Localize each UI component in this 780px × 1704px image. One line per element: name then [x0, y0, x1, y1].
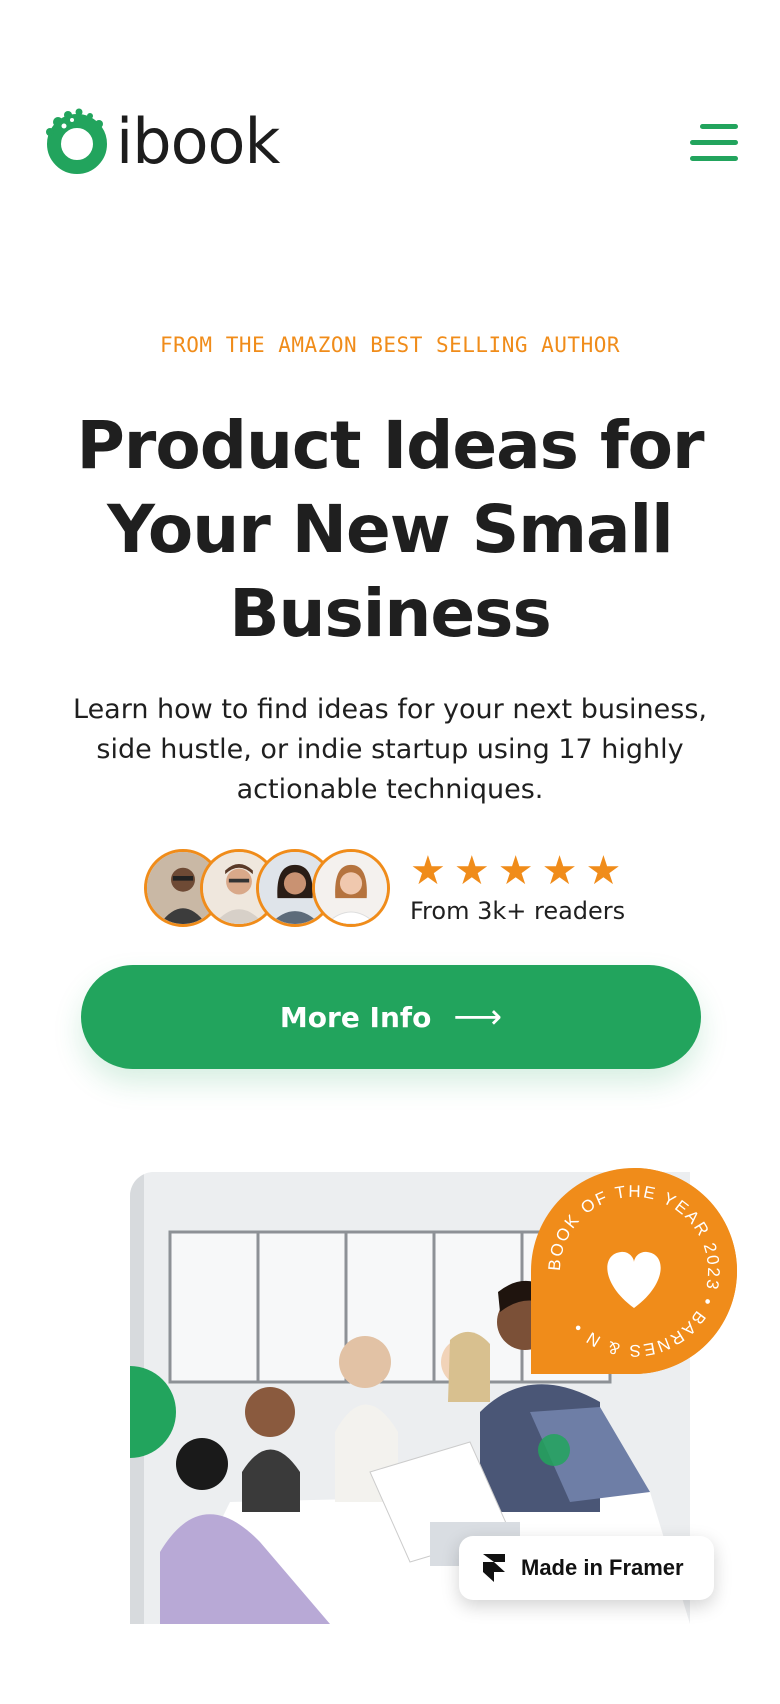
arrow-right-icon: ⟶ [453, 997, 503, 1037]
avatar [312, 849, 390, 927]
made-in-framer-badge[interactable]: Made in Framer [459, 1536, 714, 1600]
ibook-logo-icon [46, 108, 107, 174]
brand-name: ibook [116, 105, 280, 178]
star-icon: ★ [410, 848, 446, 894]
brand-logo[interactable]: ibook [44, 105, 280, 178]
social-proof: ★ ★ ★ ★ ★ From 3k+ readers [144, 846, 625, 930]
book-of-the-year-badge: BOOK OF THE YEAR 2023 • BARNES & N • [531, 1168, 737, 1374]
site-header: ibook [0, 0, 780, 290]
framer-logo-icon [483, 1554, 505, 1582]
hero-description: Learn how to find ideas for your next bu… [73, 694, 707, 805]
star-icon: ★ [453, 848, 490, 894]
hero-eyebrow: FROM THE AMAZON BEST SELLING AUTHOR [159, 333, 620, 357]
hamburger-menu-icon[interactable] [690, 122, 738, 164]
framer-label: Made in Framer [521, 1555, 684, 1580]
star-rating: ★ ★ ★ ★ ★ [410, 851, 625, 891]
hero-title: Product Ideas for Your New Small Busines… [76, 407, 704, 652]
rating-caption: From 3k+ readers [410, 897, 626, 925]
star-icon: ★ [497, 848, 534, 894]
star-icon: ★ [541, 848, 578, 894]
more-info-label: More Info [279, 1000, 432, 1034]
star-icon: ★ [585, 848, 622, 894]
reader-avatars [144, 849, 390, 927]
more-info-button[interactable]: More Info ⟶ [81, 965, 701, 1069]
rating-block: ★ ★ ★ ★ ★ From 3k+ readers [410, 851, 625, 925]
